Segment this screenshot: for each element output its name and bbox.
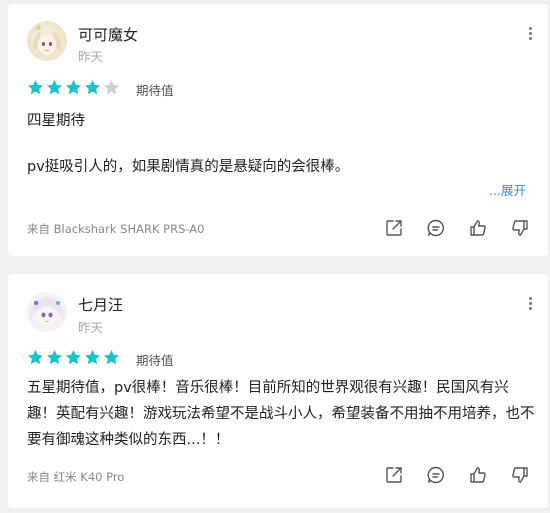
review-actions xyxy=(384,218,530,238)
star-filled-icon xyxy=(28,80,43,95)
star-filled-icon xyxy=(85,350,100,365)
star-filled-icon xyxy=(85,80,100,95)
star-filled-icon xyxy=(47,350,62,365)
star-filled-icon xyxy=(66,80,81,95)
more-options-icon[interactable] xyxy=(522,24,538,42)
share-icon[interactable] xyxy=(384,218,404,238)
username[interactable]: 可可魔女 xyxy=(78,24,138,45)
review-date: 昨天 xyxy=(78,49,104,64)
star-filled-icon xyxy=(104,350,119,365)
rating-stars xyxy=(27,349,120,366)
review-card: 可可魔女 昨天 期待值 四星期待 pv挺吸引人的，如果剧情真的是悬疑向的会很棒。… xyxy=(8,4,548,256)
review-line: pv挺吸引人的，如果剧情真的是悬疑向的会很棒。 xyxy=(27,159,350,175)
review-actions xyxy=(384,465,530,485)
avatar[interactable] xyxy=(27,21,67,61)
like-icon[interactable] xyxy=(468,218,488,238)
more-options-icon[interactable] xyxy=(522,294,538,312)
dislike-icon[interactable] xyxy=(510,218,530,238)
rating-stars xyxy=(27,79,120,96)
username[interactable]: 七月汪 xyxy=(78,294,123,315)
star-filled-icon xyxy=(66,350,81,365)
review-content: 五星期待值，pv很棒！音乐很棒！目前所知的世界观很有兴趣！民国风有兴趣！英配有兴… xyxy=(27,375,537,453)
star-empty-icon xyxy=(104,80,119,95)
like-icon[interactable] xyxy=(468,465,488,485)
review-line: 四星期待 xyxy=(27,113,85,129)
device-info: 来自 红米 K40 Pro xyxy=(27,470,125,484)
share-icon[interactable] xyxy=(384,465,404,485)
expand-button[interactable]: ...展开 xyxy=(489,180,526,199)
star-filled-icon xyxy=(28,350,43,365)
review-line: 五星期待值，pv很棒！音乐很棒！目前所知的世界观很有兴趣！民国风有兴趣！英配有兴… xyxy=(27,380,535,448)
review-content: 四星期待 pv挺吸引人的，如果剧情真的是悬疑向的会很棒。 xyxy=(27,108,537,180)
star-filled-icon xyxy=(47,80,62,95)
rating-label: 期待值 xyxy=(136,353,174,368)
comment-icon[interactable] xyxy=(426,465,446,485)
rating-label: 期待值 xyxy=(136,83,174,98)
review-card: 七月汪 昨天 期待值 五星期待值，pv很棒！音乐很棒！目前所知的世界观很有兴趣！… xyxy=(8,274,548,508)
avatar[interactable] xyxy=(27,292,67,332)
comment-icon[interactable] xyxy=(426,218,446,238)
dislike-icon[interactable] xyxy=(510,465,530,485)
review-date: 昨天 xyxy=(78,320,104,335)
device-info: 来自 Blackshark SHARK PRS-A0 xyxy=(27,222,205,236)
